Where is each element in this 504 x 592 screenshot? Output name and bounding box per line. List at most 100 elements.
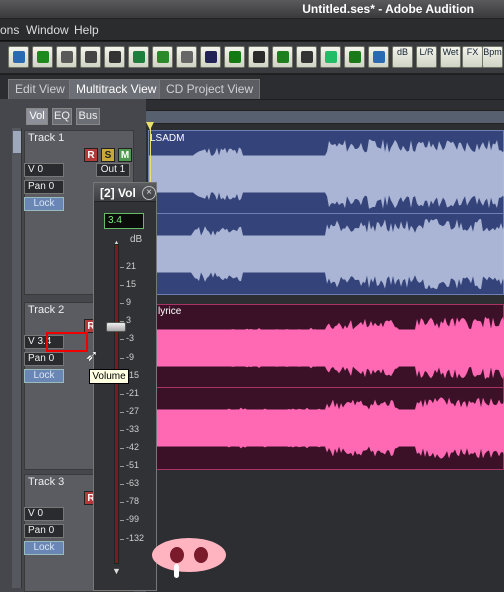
volume-popup-title: [2] Vol — [100, 186, 136, 200]
tab-edit-view[interactable]: Edit View — [8, 79, 72, 99]
window-title: Untitled.ses* - Adobe Audition — [302, 2, 474, 16]
volume-scale-label: -27 — [126, 405, 140, 416]
loop-button[interactable] — [320, 46, 341, 68]
mouse-pointer-icon: ➶ — [85, 348, 99, 365]
volume-scale-tick — [120, 502, 124, 504]
fx-button[interactable]: FX — [462, 46, 483, 68]
tab-eq[interactable]: EQ — [52, 108, 72, 125]
envelope-button[interactable] — [128, 46, 149, 68]
title-bar: Untitled.ses* - Adobe Audition — [0, 0, 504, 19]
volume-scale-tick — [120, 429, 124, 431]
tab-multitrack-view[interactable]: Multitrack View — [69, 79, 164, 99]
track-2-waveform-left — [149, 316, 504, 380]
menu-item-window[interactable]: Window — [26, 23, 69, 37]
track-3-volume-field[interactable]: V 0 — [24, 507, 64, 521]
loop2-button[interactable] — [344, 46, 365, 68]
volume-slider-track[interactable] — [114, 244, 119, 564]
volume-scale-tick — [120, 339, 124, 341]
volume-scale-tick — [120, 520, 124, 522]
volume-scale-tick — [120, 466, 124, 468]
volume-scale-label: -3 — [126, 333, 135, 344]
volume-scale-label: -99 — [126, 514, 140, 525]
track-3-name: Track 3 — [28, 476, 65, 488]
track-1-waveform-right — [149, 218, 504, 290]
menu-item-options[interactable]: ons — [0, 23, 19, 37]
view-tabs: Edit View Multitrack View CD Project Vie… — [0, 75, 504, 99]
volume-value-display[interactable]: 3.4 — [104, 213, 144, 229]
track-1-volume-field[interactable]: V 0 — [24, 163, 64, 177]
mute-button[interactable] — [176, 46, 197, 68]
undo-button[interactable] — [8, 46, 29, 68]
track-1-clip[interactable] — [148, 130, 504, 295]
volume-scale-tick — [120, 393, 124, 395]
save-button[interactable] — [224, 46, 245, 68]
track-2-waveform-right — [149, 397, 504, 459]
track-panel-scroll-thumb[interactable] — [13, 131, 21, 153]
db-button[interactable]: dB — [392, 46, 413, 68]
track-1-clip-label: LSADM — [150, 133, 185, 144]
volume-scale-label: -21 — [126, 387, 140, 398]
track-2-clip[interactable] — [148, 304, 504, 470]
volume-scale-label: -42 — [126, 442, 140, 452]
volume-highlight-box — [46, 332, 88, 352]
track-1-pan-field[interactable]: Pan 0 — [24, 180, 64, 194]
volume-scale-tick — [120, 538, 124, 540]
track-1-output-field[interactable]: Out 1 — [96, 163, 130, 177]
volume-slider-thumb[interactable] — [106, 322, 126, 332]
lock-button[interactable] — [200, 46, 221, 68]
track-1-lock-button[interactable]: Lock — [24, 197, 64, 211]
volume-tooltip: Volume — [89, 369, 129, 384]
bpm-button[interactable]: Bpm — [482, 46, 503, 68]
wet-button[interactable]: Wet — [440, 46, 461, 68]
list-button[interactable] — [248, 46, 269, 68]
grid-button[interactable] — [56, 46, 77, 68]
volume-scale-label: -51 — [126, 460, 140, 471]
volume-unit-label: dB — [130, 234, 143, 245]
track-1-name: Track 1 — [28, 132, 65, 144]
track-2-clip-label: lyrice — [158, 306, 182, 317]
mixdown-button[interactable] — [32, 46, 53, 68]
volume-scale-label: 9 — [126, 297, 132, 308]
tab-vol[interactable]: Vol — [26, 108, 48, 125]
drip-icon — [174, 564, 179, 578]
volume-scale-label: -78 — [126, 496, 140, 507]
track-panel-scrollbar[interactable] — [12, 128, 22, 588]
menu-bar: ons Window Help — [0, 19, 504, 41]
track-3-pan-field[interactable]: Pan 0 — [24, 524, 64, 538]
volume-scale-label: 21 — [126, 261, 137, 271]
track-1-waveform-left — [149, 139, 504, 209]
track-3-lock-button[interactable]: Lock — [24, 541, 64, 555]
lasso-button[interactable] — [152, 46, 173, 68]
volume-scale-tick — [120, 357, 124, 359]
volume-scale-tick — [120, 285, 124, 287]
pig-nose-icon — [152, 538, 226, 572]
menu-item-help[interactable]: Help — [74, 23, 99, 37]
timeline-ruler[interactable] — [146, 110, 504, 124]
track-2-lock-button[interactable]: Lock — [24, 369, 64, 383]
volume-scale-label: -63 — [126, 478, 140, 489]
slider-down-arrow-icon[interactable]: ▼ — [112, 566, 121, 576]
volume-scale-label: -9 — [126, 351, 135, 362]
adobe-audition-window: Untitled.ses* - Adobe Audition ons Windo… — [0, 0, 504, 592]
track-1-record-button[interactable]: R — [84, 148, 98, 162]
close-icon[interactable]: × — [142, 186, 156, 200]
volume-scale-tick — [120, 411, 124, 413]
volume-scale-label: -132 — [126, 532, 145, 543]
volume-scale-label: 15 — [126, 279, 137, 290]
track-1-mute-button[interactable]: M — [118, 148, 132, 162]
eq-button[interactable] — [368, 46, 389, 68]
volume-scale-tick — [120, 448, 124, 449]
cursor-button[interactable] — [80, 46, 101, 68]
volume-scale-tick — [120, 303, 124, 305]
tab-bus[interactable]: Bus — [76, 108, 100, 125]
track-1-solo-button[interactable]: S — [101, 148, 115, 162]
lr-button[interactable]: L/R — [416, 46, 437, 68]
volume-scale-label: -33 — [126, 423, 140, 434]
insert-button[interactable] — [296, 46, 317, 68]
hybrid-button[interactable] — [272, 46, 293, 68]
volume-scale-tick — [120, 484, 124, 486]
tab-cd-project-view[interactable]: CD Project View — [159, 79, 261, 99]
volume-scale-tick — [120, 267, 124, 268]
track-2-pan-field[interactable]: Pan 0 — [24, 352, 64, 366]
scissors-button[interactable] — [104, 46, 125, 68]
